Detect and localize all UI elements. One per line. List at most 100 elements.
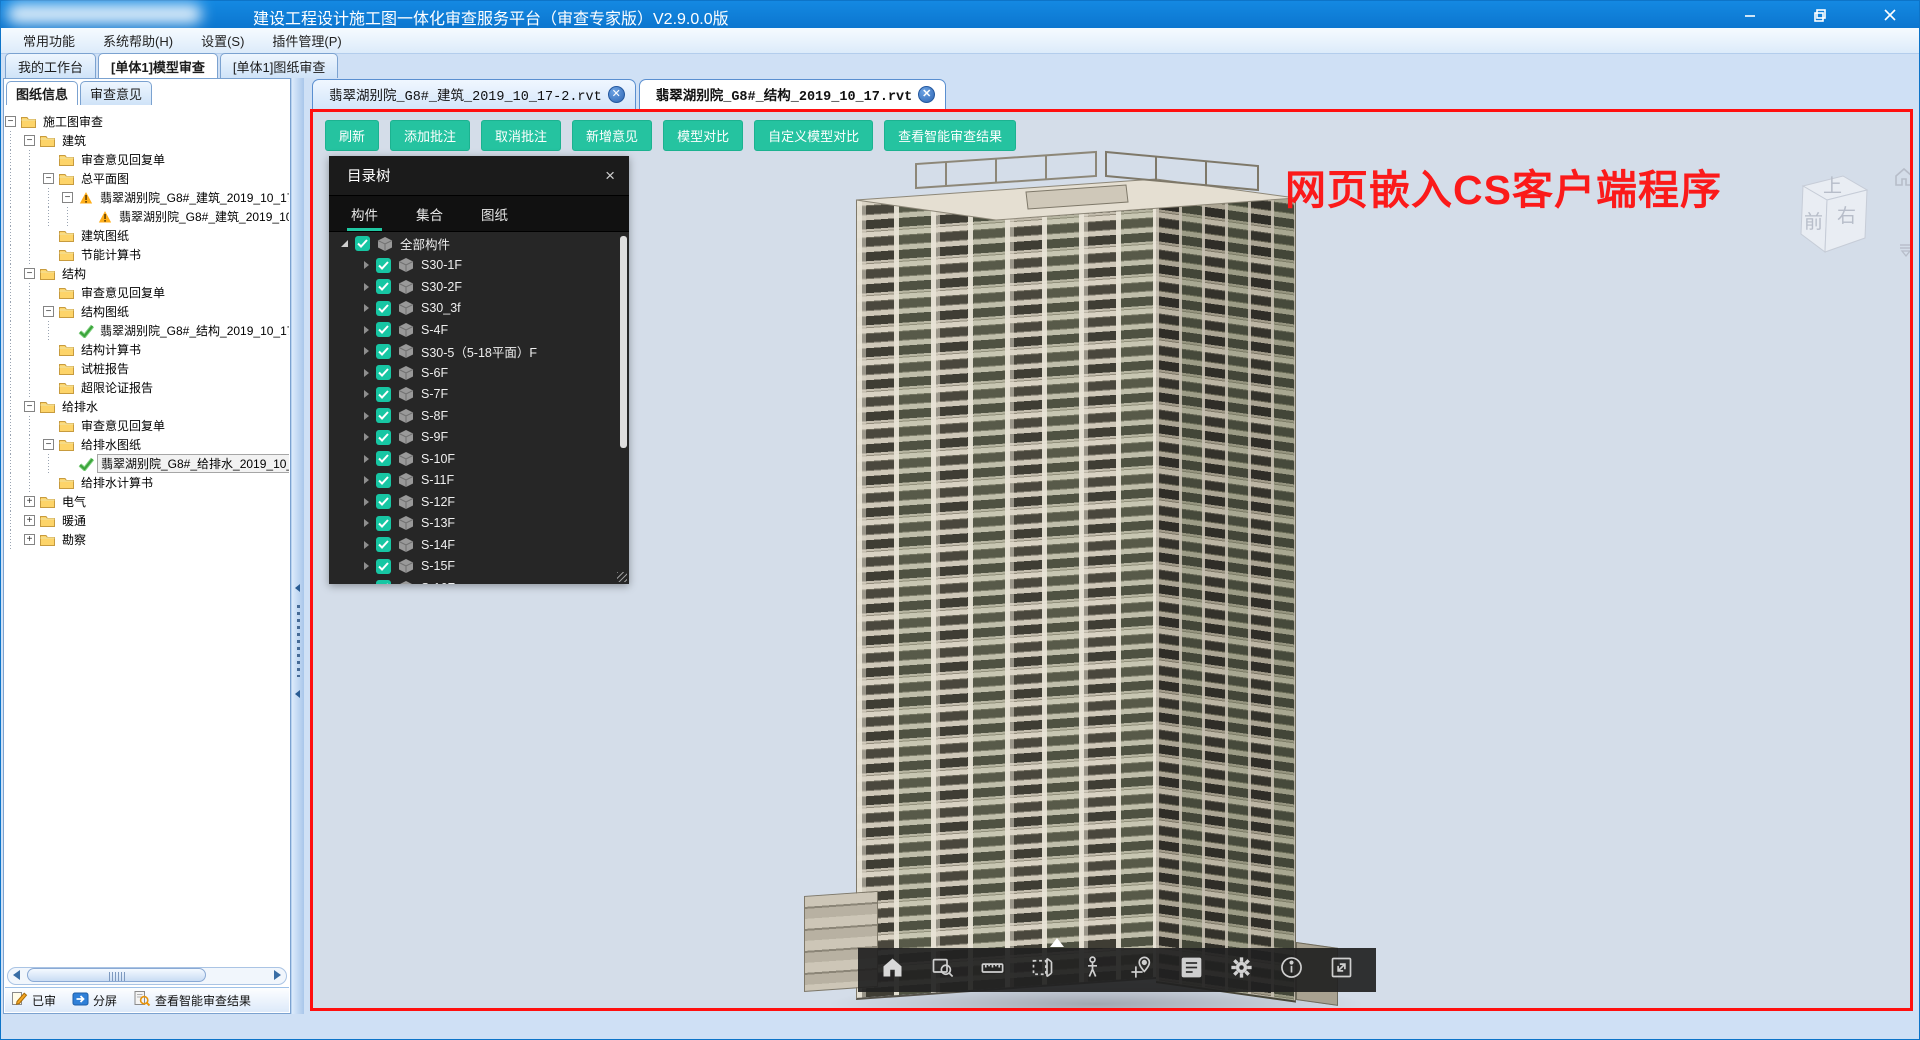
model-toolbar-button-2[interactable]: 取消批注 <box>481 120 561 151</box>
checkbox-checked[interactable] <box>376 430 391 445</box>
checkbox-checked[interactable] <box>376 516 391 531</box>
checkbox-checked[interactable] <box>355 236 370 251</box>
building-3d-model[interactable] <box>796 140 1356 1011</box>
tree-item[interactable]: −给排水 <box>5 397 289 416</box>
zoom-area-button[interactable] <box>926 953 960 987</box>
expand-arrow-icon[interactable] <box>364 347 369 355</box>
catalog-row[interactable]: S-7F <box>329 384 629 406</box>
tree-item[interactable]: +勘察 <box>5 530 289 549</box>
expand-arrow-icon[interactable] <box>364 455 369 463</box>
catalog-resize-handle[interactable] <box>617 572 627 582</box>
menu-item-1[interactable]: 系统帮助(H) <box>89 28 187 53</box>
expand-arrow-icon[interactable] <box>364 304 369 312</box>
expand-arrow-icon[interactable] <box>364 498 369 506</box>
main-tab-1[interactable]: [单体1]模型审查 <box>98 53 218 78</box>
tree-item[interactable]: −结构计算书 <box>5 340 289 359</box>
tree-horizontal-scrollbar[interactable] <box>7 967 287 985</box>
collapse-icon[interactable]: − <box>24 135 35 146</box>
status-button-2[interactable]: 查看智能审查结果 <box>133 990 251 1010</box>
section-button[interactable] <box>1025 953 1059 987</box>
catalog-row[interactable]: S-6F <box>329 362 629 384</box>
catalog-row[interactable]: S-16F <box>329 577 629 584</box>
tree-item[interactable]: −给排水计算书 <box>5 473 289 492</box>
status-button-0[interactable]: 已审 <box>11 990 56 1010</box>
collapse-icon[interactable]: − <box>43 439 54 450</box>
tree-item[interactable]: −建筑 <box>5 131 289 150</box>
checkbox-checked[interactable] <box>376 387 391 402</box>
doc-tab-close-icon[interactable]: ✕ <box>918 86 935 103</box>
view-cube-icon[interactable]: 上 前 右 <box>1775 160 1885 270</box>
menu-item-3[interactable]: 插件管理(P) <box>258 28 355 53</box>
tree-item[interactable]: −翡翠湖别院_G8#_给排水_2019_10_17 <box>5 454 289 473</box>
checkbox-checked[interactable] <box>376 344 391 359</box>
catalog-scrollbar-thumb[interactable] <box>620 236 627 448</box>
model-toolbar-button-0[interactable]: 刷新 <box>325 120 379 151</box>
collapse-icon[interactable]: − <box>24 401 35 412</box>
model-toolbar-button-3[interactable]: 新增意见 <box>572 120 652 151</box>
menu-item-2[interactable]: 设置(S) <box>187 28 258 53</box>
model-toolbar-button-1[interactable]: 添加批注 <box>390 120 470 151</box>
checkbox-checked[interactable] <box>376 365 391 380</box>
expand-icon[interactable]: + <box>24 496 35 507</box>
catalog-tab-2[interactable]: 图纸 <box>481 196 508 231</box>
expand-arrow-icon[interactable] <box>364 433 369 441</box>
tree-item[interactable]: −建筑图纸 <box>5 226 289 245</box>
view-options-button[interactable] <box>1897 242 1913 263</box>
catalog-row[interactable]: 全部构件 <box>329 233 629 255</box>
expand-arrow-icon[interactable] <box>364 261 369 269</box>
catalog-tab-1[interactable]: 集合 <box>416 196 443 231</box>
doc-tab-close-icon[interactable]: ✕ <box>608 86 625 103</box>
tree-item[interactable]: −给排水图纸 <box>5 435 289 454</box>
doc-tab-0[interactable]: 翡翠湖别院_G8#_建筑_2019_10_17-2.rvt✕ <box>312 79 636 109</box>
location-button[interactable] <box>1125 953 1159 987</box>
collapse-icon[interactable]: − <box>43 306 54 317</box>
tree-item[interactable]: −超限论证报告 <box>5 378 289 397</box>
tree-item[interactable]: −结构图纸 <box>5 302 289 321</box>
tree-item[interactable]: +电气 <box>5 492 289 511</box>
view-cube[interactable]: 上 前 右 <box>1775 160 1913 290</box>
restore-button[interactable] <box>1805 4 1835 26</box>
left-tab-0[interactable]: 图纸信息 <box>6 81 78 105</box>
collapse-icon[interactable]: − <box>24 268 35 279</box>
model-toolbar-button-4[interactable]: 模型对比 <box>663 120 743 151</box>
checkbox-checked[interactable] <box>376 559 391 574</box>
fullscreen-button[interactable] <box>1324 953 1358 987</box>
expand-arrow-icon[interactable] <box>364 519 369 527</box>
checkbox-checked[interactable] <box>376 494 391 509</box>
scrollbar-thumb[interactable] <box>27 968 206 982</box>
collapse-icon[interactable]: − <box>43 173 54 184</box>
catalog-row[interactable]: S30_3f <box>329 298 629 320</box>
tree-item[interactable]: −审查意见回复单 <box>5 150 289 169</box>
collapse-arrow-icon[interactable] <box>341 240 348 247</box>
expand-arrow-icon[interactable] <box>364 326 369 334</box>
splitter-expand-icon[interactable] <box>295 690 300 698</box>
info-button[interactable] <box>1274 953 1308 987</box>
left-tab-1[interactable]: 审查意见 <box>80 81 152 105</box>
checkbox-checked[interactable] <box>376 451 391 466</box>
panel-splitter[interactable] <box>291 78 304 1014</box>
expand-arrow-icon[interactable] <box>364 283 369 291</box>
expand-icon[interactable]: + <box>24 534 35 545</box>
catalog-row[interactable]: S-13F <box>329 513 629 535</box>
catalog-tab-0[interactable]: 构件 <box>351 196 378 231</box>
tree-item[interactable]: −试桩报告 <box>5 359 289 378</box>
tree-item[interactable]: −审查意见回复单 <box>5 283 289 302</box>
doc-tab-1[interactable]: 翡翠湖别院_G8#_结构_2019_10_17.rvt✕ <box>639 79 947 109</box>
catalog-row[interactable]: S30-2F <box>329 276 629 298</box>
close-button[interactable] <box>1875 4 1905 26</box>
catalog-row[interactable]: S-14F <box>329 534 629 556</box>
catalog-row[interactable]: S-4F <box>329 319 629 341</box>
expand-arrow-icon[interactable] <box>364 562 369 570</box>
expand-arrow-icon[interactable] <box>364 476 369 484</box>
tree-item[interactable]: −翡翠湖别院_G8#_建筑_2019_10_17.r <box>5 188 289 207</box>
catalog-row[interactable]: S30-5（5-18平面）F <box>329 341 629 363</box>
expand-icon[interactable]: + <box>24 515 35 526</box>
measure-button[interactable] <box>975 953 1009 987</box>
checkbox-checked[interactable] <box>376 279 391 294</box>
scroll-left-arrow-icon[interactable] <box>13 970 20 980</box>
catalog-row[interactable]: S30-1F <box>329 255 629 277</box>
catalog-row[interactable]: S-8F <box>329 405 629 427</box>
collapse-icon[interactable]: − <box>62 192 73 203</box>
checkbox-checked[interactable] <box>376 473 391 488</box>
catalog-row[interactable]: S-11F <box>329 470 629 492</box>
